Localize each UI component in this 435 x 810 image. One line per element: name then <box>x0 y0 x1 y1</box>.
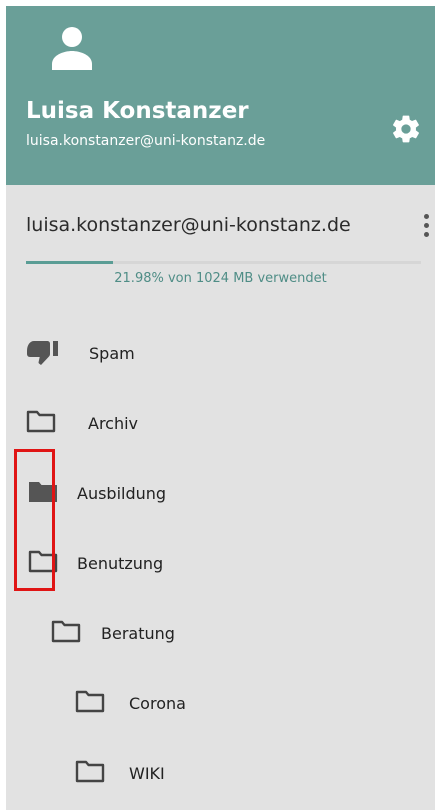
person-icon <box>52 27 92 70</box>
folder-filled-icon <box>29 482 57 502</box>
user-email: luisa.konstanzer@uni-konstanz.de <box>26 133 266 149</box>
account-header: Luisa Konstanzer luisa.konstanzer@uni-ko… <box>6 6 435 185</box>
folder-label: WIKI <box>129 764 165 783</box>
folder-item-corona[interactable]: Corona <box>75 688 375 728</box>
folder-outline-icon <box>51 620 81 643</box>
folder-item-spam[interactable]: Spam <box>26 338 326 378</box>
folder-outline-icon <box>75 690 105 713</box>
folder-item-ausbildung[interactable]: Ausbildung <box>26 478 326 518</box>
folder-label: Spam <box>89 344 135 363</box>
folder-outline-icon <box>75 760 105 783</box>
folder-label: Corona <box>129 694 186 713</box>
navigation-drawer: Luisa Konstanzer luisa.konstanzer@uni-ko… <box>6 6 435 810</box>
folder-item-wiki[interactable]: WIKI <box>75 758 375 798</box>
folder-label: Ausbildung <box>77 484 167 503</box>
folder-item-archiv[interactable]: Archiv <box>26 408 326 448</box>
folder-item-benutzung[interactable]: Benutzung <box>26 548 326 588</box>
account-email: luisa.konstanzer@uni-konstanz.de <box>26 214 351 236</box>
gear-icon[interactable] <box>390 113 422 145</box>
folder-label: Beratung <box>101 624 175 643</box>
folder-label: Archiv <box>88 414 139 433</box>
folder-outline-icon <box>28 550 58 573</box>
storage-quota-text: 21.98% von 1024 MB verwendet <box>114 271 327 286</box>
storage-quota-fill <box>26 261 113 264</box>
storage-quota-bar <box>26 261 421 264</box>
user-name: Luisa Konstanzer <box>26 98 249 124</box>
folder-label: Benutzung <box>77 554 164 573</box>
folder-item-beratung[interactable]: Beratung <box>51 618 351 658</box>
thumbs-down-icon <box>27 341 58 365</box>
kebab-menu-icon[interactable] <box>420 212 432 242</box>
folder-outline-icon <box>26 410 56 433</box>
